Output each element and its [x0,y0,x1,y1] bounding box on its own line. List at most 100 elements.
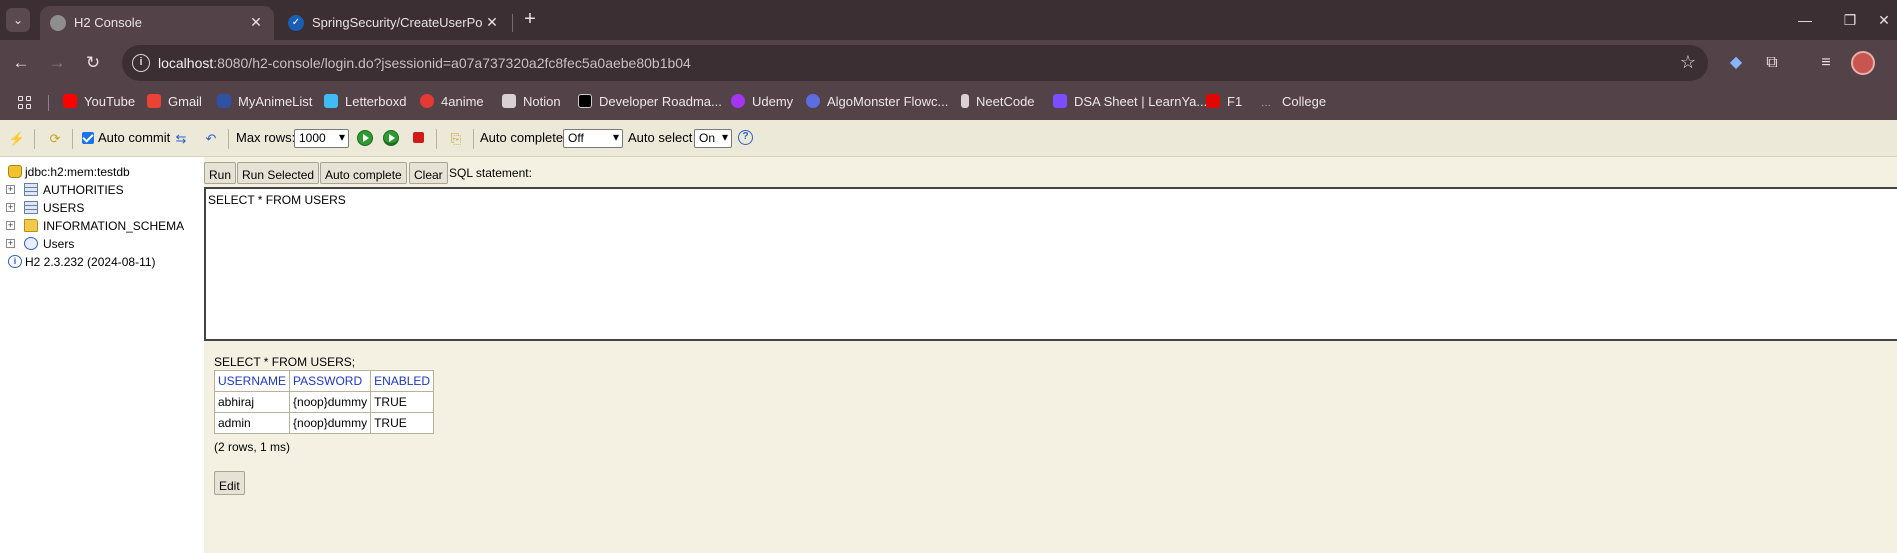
toolbar-separator [473,129,474,149]
learnyard-icon [1053,94,1067,108]
run-selected-play-icon[interactable] [383,130,399,146]
sql-editor[interactable]: SELECT * FROM USERS [204,187,1897,341]
expand-plus-icon[interactable]: + [6,185,15,194]
query-panel: Run Run Selected Auto complete Clear SQL… [204,157,1897,553]
udemy-icon [731,94,745,108]
toolbar-separator [34,129,35,149]
expand-plus-icon[interactable]: + [6,203,15,212]
auto-complete-select[interactable]: Off [563,129,623,148]
auto-select-label: Auto select [628,130,693,145]
extension-diamond-icon[interactable]: ◆ [1723,50,1749,76]
bookmark-myanimelist[interactable]: MyAnimeList [217,94,312,112]
reload-icon[interactable]: ↻ [80,50,106,76]
browser-toolbar: ← → ↻ i localhost:8080/h2-console/login.… [0,40,1897,86]
bookmark-algomonster[interactable]: AlgoMonster Flowc... [806,94,948,112]
bookmark-letterboxd[interactable]: Letterboxd [324,94,406,112]
bookmark-neetcode[interactable]: NeetCode [961,94,1035,112]
run-selected-button[interactable]: Run Selected [237,162,320,184]
bookmarks-bar: YouTube Gmail MyAnimeList Letterboxd 4an… [0,86,1897,120]
table-cell: abhiraj [213,391,291,413]
table-icon [24,201,38,214]
column-header[interactable]: ENABLED [370,370,435,392]
table-cell: TRUE [370,391,435,413]
bookmark-star-icon[interactable]: ☆ [1680,52,1696,73]
auto-complete-button[interactable]: Auto complete [320,162,407,184]
h2-toolbar: ⚡ ⟳ Auto commit ⇆ ↶ Max rows: 1000 ⎘ Aut… [0,120,1897,157]
bookmark-dsa-sheet[interactable]: DSA Sheet | LearnYa... [1053,94,1207,112]
bookmark-youtube[interactable]: YouTube [63,94,135,112]
toolbar-separator [72,129,73,149]
youtube-icon [63,94,77,108]
expand-plus-icon[interactable]: + [6,221,15,230]
extensions-puzzle-icon[interactable]: ⧉ [1759,50,1785,76]
restore-icon[interactable]: ❐ [1838,8,1862,32]
tab-title: H2 Console [74,15,142,30]
history-icon[interactable]: ⎘ [447,130,465,148]
f1-icon [1206,94,1220,108]
max-rows-label: Max rows: [236,130,296,145]
profile-avatar[interactable] [1851,51,1875,75]
globe-icon [50,15,66,31]
college-icon: ··· [1261,100,1271,111]
close-window-icon[interactable]: ✕ [1872,8,1896,32]
table-cell: {noop}dummy [289,412,372,434]
result-summary: (2 rows, 1 ms) [214,440,291,454]
forward-arrow-icon[interactable]: → [44,50,70,76]
tab-title: SpringSecurity/CreateUserPostR [312,15,482,30]
media-controls-icon[interactable]: ≡ [1813,50,1839,76]
bookmark-4anime[interactable]: 4anime [420,94,484,112]
expand-plus-icon[interactable]: + [6,239,15,248]
refresh-tree-icon[interactable]: ⟳ [46,130,64,148]
bookmark-college[interactable]: ··· College [1261,94,1326,112]
algomonster-icon [806,94,820,108]
table-cell: {noop}dummy [289,391,372,413]
toolbar-separator [436,129,437,149]
close-tab-icon[interactable]: ✕ [246,12,266,32]
users-icon [24,237,38,250]
auto-complete-label: Auto complete [480,130,564,145]
browser-tab-bar: ⌄ H2 Console ✕ ✓ SpringSecurity/CreateUs… [0,0,1897,40]
sql-statement-label: SQL statement: [449,166,532,180]
auto-commit-checkbox[interactable]: Auto commit [82,130,170,145]
minimize-icon[interactable]: — [1793,8,1817,32]
commit-icon[interactable]: ⇆ [172,130,190,148]
run-play-icon[interactable] [357,130,373,146]
back-arrow-icon[interactable]: ← [8,50,34,76]
help-icon[interactable]: ? [738,130,753,145]
run-button[interactable]: Run [204,162,237,184]
url-text[interactable]: localhost:8080/h2-console/login.do?jsess… [158,55,691,71]
result-table: USERNAME PASSWORD ENABLED abhiraj {noop}… [213,370,435,434]
site-info-icon[interactable]: i [132,54,150,72]
tab-search-chevron-icon[interactable]: ⌄ [6,8,30,32]
bookmark-developer-roadmap[interactable]: Developer Roadma... [578,94,722,112]
bookmark-notion[interactable]: Notion [502,94,561,112]
disconnect-icon[interactable]: ⚡ [8,130,26,148]
address-bar[interactable]: i localhost:8080/h2-console/login.do?jse… [122,45,1708,81]
4anime-icon [420,94,434,108]
max-rows-select[interactable]: 1000 [294,129,349,148]
new-tab-plus-icon[interactable]: + [518,8,542,32]
edit-button[interactable]: Edit [214,471,245,495]
tab-h2-console[interactable]: H2 Console ✕ [40,6,274,40]
clear-button[interactable]: Clear [409,162,448,184]
apps-grid-icon[interactable] [18,96,32,110]
rollback-icon[interactable]: ↶ [202,130,220,148]
table-icon [24,183,38,196]
folder-icon [24,219,38,232]
bookmark-gmail[interactable]: Gmail [147,94,202,112]
schema-tree: jdbc:h2:mem:testdb + AUTHORITIES + USERS… [0,157,204,553]
myanimelist-icon [217,94,231,108]
info-icon: i [8,255,22,268]
stop-icon[interactable] [409,130,427,148]
bookmark-f1[interactable]: F1 [1206,94,1242,112]
auto-select-select[interactable]: On [694,129,732,148]
roadmap-icon [578,94,592,108]
bookmarks-separator [48,95,49,111]
close-tab-icon[interactable]: ✕ [482,12,502,32]
column-header[interactable]: USERNAME [213,370,291,392]
table-row: admin {noop}dummy TRUE [213,412,435,434]
table-row: abhiraj {noop}dummy TRUE [213,391,435,413]
tab-spring-security[interactable]: ✓ SpringSecurity/CreateUserPostR ✕ [278,6,510,40]
column-header[interactable]: PASSWORD [289,370,372,392]
bookmark-udemy[interactable]: Udemy [731,94,793,112]
